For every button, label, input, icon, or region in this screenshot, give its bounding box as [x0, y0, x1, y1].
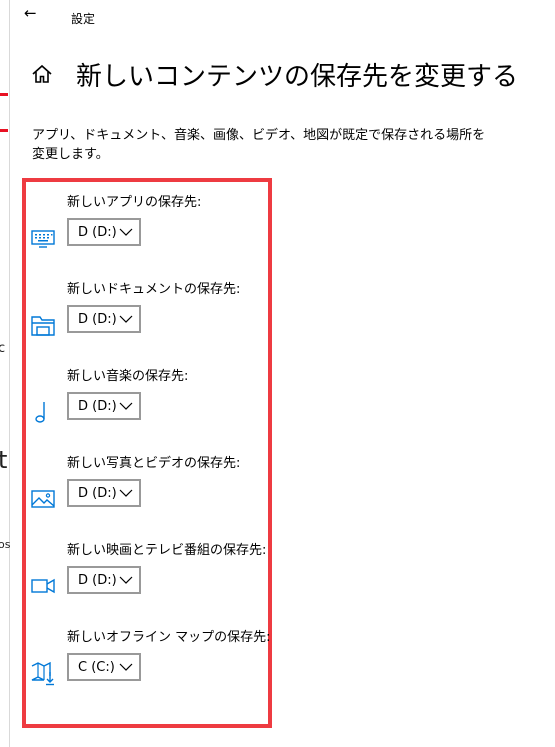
back-button[interactable]: ←: [24, 4, 37, 22]
home-icon[interactable]: [30, 62, 54, 86]
background-text: t: [0, 446, 8, 474]
music-note-icon: [35, 402, 45, 423]
picture-icon: [31, 490, 55, 508]
dropdown-value: C (C:): [78, 660, 115, 675]
background-text: os: [0, 538, 11, 551]
chevron-down-icon: [119, 576, 133, 584]
setting-label: 新しいオフライン マップの保存先:: [67, 630, 271, 645]
chevron-down-icon: [119, 228, 133, 236]
setting-label: 新しいドキュメントの保存先:: [67, 282, 241, 297]
chevron-down-icon: [119, 402, 133, 410]
video-camera-icon: [31, 578, 55, 594]
dropdown-value: D (D:): [78, 399, 117, 414]
window-title: 設定: [71, 12, 96, 26]
setting-movies-tv: 新しい映画とテレビ番組の保存先: D (D:): [30, 539, 266, 619]
page-description: アプリ、ドキュメント、音楽、画像、ビデオ、地図が既定で保存される場所を変更します…: [32, 128, 486, 162]
setting-label: 新しい映画とテレビ番組の保存先:: [67, 543, 267, 558]
setting-photos-videos: 新しい写真とビデオの保存先: D (D:): [30, 452, 260, 532]
setting-music: 新しい音楽の保存先: D (D:): [30, 365, 260, 445]
apps-location-dropdown[interactable]: D (D:): [67, 218, 141, 246]
folder-icon: [31, 316, 55, 336]
background-red-mark: [0, 93, 8, 96]
background-red-mark: [0, 129, 8, 132]
background-text: c: [0, 341, 6, 356]
music-location-dropdown[interactable]: D (D:): [67, 392, 141, 420]
setting-offline-maps: 新しいオフライン マップの保存先: C (C:): [30, 626, 271, 706]
keyboard-icon: [31, 230, 55, 248]
movies-tv-location-dropdown[interactable]: D (D:): [67, 566, 141, 594]
background-window-edge: [0, 0, 10, 747]
setting-documents: 新しいドキュメントの保存先: D (D:): [30, 278, 260, 358]
chevron-down-icon: [119, 315, 133, 323]
setting-apps: 新しいアプリの保存先: D (D:): [30, 191, 260, 271]
photos-videos-location-dropdown[interactable]: D (D:): [67, 479, 141, 507]
documents-location-dropdown[interactable]: D (D:): [67, 305, 141, 333]
page-title: 新しいコンテンツの保存先を変更する: [76, 62, 519, 92]
setting-label: 新しい音楽の保存先:: [67, 369, 189, 384]
chevron-down-icon: [119, 489, 133, 497]
offline-maps-location-dropdown[interactable]: C (C:): [67, 653, 141, 681]
title-bar: ← 設定: [10, 0, 555, 36]
dropdown-value: D (D:): [78, 573, 117, 588]
map-download-icon: [31, 661, 54, 686]
dropdown-value: D (D:): [78, 312, 117, 327]
setting-label: 新しい写真とビデオの保存先:: [67, 456, 241, 471]
dropdown-value: D (D:): [78, 486, 117, 501]
setting-label: 新しいアプリの保存先:: [67, 195, 202, 210]
dropdown-value: D (D:): [78, 225, 117, 240]
chevron-down-icon: [119, 663, 133, 671]
